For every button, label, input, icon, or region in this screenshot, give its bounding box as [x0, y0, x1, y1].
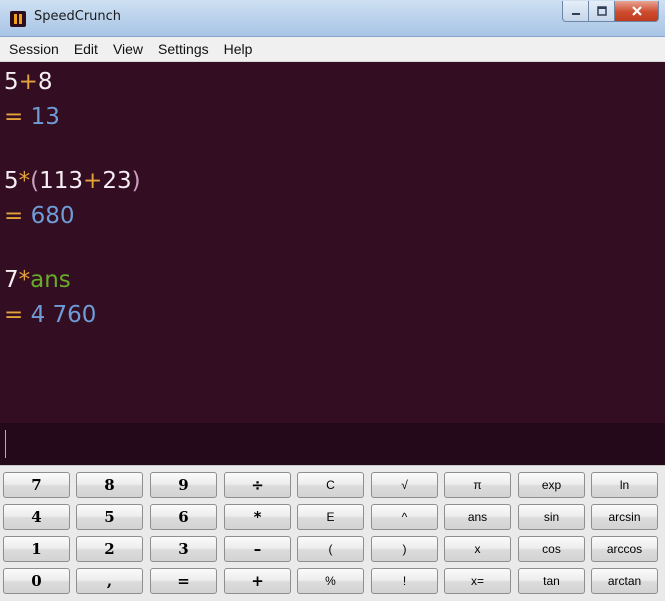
- result-value: 4 760: [30, 302, 97, 328]
- key-digit-3[interactable]: 3: [150, 536, 217, 562]
- expression-token-num: 8: [37, 69, 53, 95]
- key-digit-2[interactable]: 2: [76, 536, 143, 562]
- key-tan[interactable]: tan: [518, 568, 585, 594]
- expression-token-paren: ): [131, 168, 141, 194]
- key-subtract[interactable]: –: [224, 536, 291, 562]
- text-caret: [5, 430, 6, 458]
- minimize-icon: [571, 13, 580, 15]
- key-ln[interactable]: ln: [591, 472, 658, 498]
- history-expression[interactable]: 5+8: [4, 68, 53, 96]
- key-close-paren[interactable]: ): [371, 536, 438, 562]
- menu-help[interactable]: Help: [218, 41, 259, 57]
- key-arcsin[interactable]: arcsin: [591, 504, 658, 530]
- key-divide[interactable]: ÷: [224, 472, 291, 498]
- result-value: 13: [30, 104, 60, 130]
- menu-settings[interactable]: Settings: [152, 41, 215, 57]
- result-equals-sign: =: [4, 203, 31, 229]
- key-equals[interactable]: =: [150, 568, 217, 594]
- window-title: SpeedCrunch: [34, 9, 122, 24]
- key-variable-x[interactable]: x: [444, 536, 511, 562]
- key-exp[interactable]: exp: [518, 472, 585, 498]
- key-assign-x[interactable]: x=: [444, 568, 511, 594]
- window-controls: [562, 1, 659, 22]
- menu-view[interactable]: View: [107, 41, 149, 57]
- key-cos[interactable]: cos: [518, 536, 585, 562]
- keypad: 7 8 9 ÷ C √ π exp ln 4 5 6 * E ^ ans sin arcsin 1 2 3–() x cos…: [0, 465, 665, 601]
- key-digit-5[interactable]: 5: [76, 504, 143, 530]
- key-open-paren[interactable]: (: [297, 536, 364, 562]
- maximize-icon: [596, 6, 607, 16]
- key-exponent[interactable]: E: [297, 504, 364, 530]
- expression-token-op: +: [83, 168, 103, 194]
- key-pi[interactable]: π: [444, 472, 511, 498]
- key-add[interactable]: +: [224, 568, 291, 594]
- result-equals-sign: =: [4, 302, 31, 328]
- key-digit-1[interactable]: 1: [3, 536, 70, 562]
- history-result[interactable]: = 4 760: [4, 301, 96, 329]
- menu-edit[interactable]: Edit: [68, 41, 104, 57]
- key-percent[interactable]: %: [297, 568, 364, 594]
- key-digit-4[interactable]: 4: [3, 504, 70, 530]
- key-multiply[interactable]: *: [224, 504, 291, 530]
- key-sin[interactable]: sin: [518, 504, 585, 530]
- key-arctan[interactable]: arctan: [591, 568, 658, 594]
- history-result[interactable]: = 680: [4, 202, 75, 230]
- close-button[interactable]: [615, 1, 659, 22]
- expression-token-num: 113: [39, 168, 84, 194]
- key-digit-0[interactable]: 0: [3, 568, 70, 594]
- key-digit-7[interactable]: 7: [3, 472, 70, 498]
- history-expression[interactable]: 5*(113+23): [4, 167, 141, 195]
- expression-token-num: 5: [4, 69, 19, 95]
- expression-token-op: *: [18, 168, 31, 194]
- expression-token-op: +: [18, 69, 38, 95]
- menu-session[interactable]: Session: [3, 41, 65, 57]
- expression-token-num: 7: [4, 267, 19, 293]
- expression-token-num: 23: [102, 168, 132, 194]
- key-arccos[interactable]: arccos: [591, 536, 658, 562]
- title-bar[interactable]: SpeedCrunch: [0, 0, 665, 37]
- key-factorial[interactable]: !: [371, 568, 438, 594]
- key-digit-8[interactable]: 8: [76, 472, 143, 498]
- maximize-button[interactable]: [589, 1, 615, 22]
- history-expression[interactable]: 7*ans: [4, 266, 71, 294]
- menu-bar: Session Edit View Settings Help: [0, 37, 665, 62]
- key-decimal[interactable]: ,: [76, 568, 143, 594]
- key-sqrt[interactable]: √: [371, 472, 438, 498]
- close-icon: [631, 6, 642, 16]
- key-digit-6[interactable]: 6: [150, 504, 217, 530]
- key-ans[interactable]: ans: [444, 504, 511, 530]
- expression-token-op: *: [18, 267, 31, 293]
- result-equals-sign: =: [4, 104, 31, 130]
- speedcrunch-app-icon[interactable]: [10, 11, 26, 27]
- history-result[interactable]: = 13: [4, 103, 60, 131]
- key-clear[interactable]: C: [297, 472, 364, 498]
- expression-input[interactable]: [0, 423, 665, 465]
- result-value: 680: [30, 203, 75, 229]
- key-digit-9[interactable]: 9: [150, 472, 217, 498]
- expression-token-ident: ans: [30, 267, 71, 293]
- minimize-button[interactable]: [562, 1, 589, 22]
- expression-token-num: 5: [4, 168, 19, 194]
- key-power[interactable]: ^: [371, 504, 438, 530]
- result-display[interactable]: 5+8 = 13 5*(113+23) = 680 7*ans = 4 760: [0, 62, 665, 423]
- expression-token-paren: (: [30, 168, 40, 194]
